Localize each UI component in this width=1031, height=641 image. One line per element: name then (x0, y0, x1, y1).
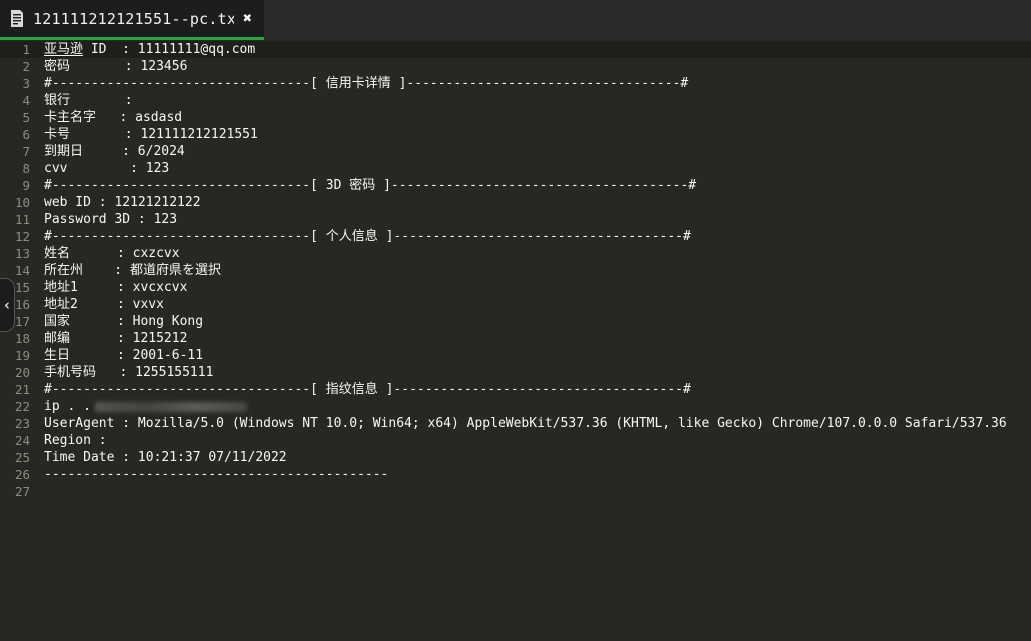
editor-line[interactable]: 23 UserAgent : Mozilla/5.0 (Windows NT 1… (0, 415, 1031, 432)
editor-line[interactable]: 17 国家 : Hong Kong (0, 313, 1031, 330)
line-text: ----------------------------------------… (38, 466, 388, 483)
line-text: Time Date : 10:21:37 07/11/2022 (38, 449, 287, 466)
editor-line[interactable]: 9 #---------------------------------[ 3D… (0, 177, 1031, 194)
tab-open-file[interactable]: 121111212121551--pc.txt ✖ (0, 0, 264, 40)
line-text: #---------------------------------[ 信用卡详… (38, 75, 688, 92)
line-text: 卡主名字 : asdasd (38, 109, 182, 126)
line-text: 密码 : 123456 (38, 58, 187, 75)
line-text: Region : (38, 432, 114, 449)
line-number: 22 (0, 398, 38, 415)
line-number: 7 (0, 143, 38, 160)
editor-line[interactable]: 12 #---------------------------------[ 个… (0, 228, 1031, 245)
editor-line[interactable]: 26 -------------------------------------… (0, 466, 1031, 483)
close-icon[interactable]: ✖ (243, 11, 252, 26)
line-text: web ID : 12121212122 (38, 194, 201, 211)
editor-line[interactable]: 8 cvv : 123 (0, 160, 1031, 177)
document-icon (10, 10, 24, 27)
line-text: 手机号码 : 1255155111 (38, 364, 213, 381)
editor-line[interactable]: 10 web ID : 12121212122 (0, 194, 1031, 211)
line-number: 6 (0, 126, 38, 143)
line-text-rest: ID : 11111111@qq.com (83, 42, 255, 57)
line-number: 8 (0, 160, 38, 177)
line-text: #---------------------------------[ 指纹信息… (38, 381, 691, 398)
text-editor[interactable]: 1 亚马逊 ID : 11111111@qq.com 2 密码 : 123456… (0, 40, 1031, 640)
line-text: 所在州 : 都道府県を選択 (38, 262, 221, 279)
editor-line[interactable]: 13 姓名 : cxzcvx (0, 245, 1031, 262)
editor-line[interactable]: 5 卡主名字 : asdasd (0, 109, 1031, 126)
ip-label: ip . . (44, 399, 91, 414)
line-number: 27 (0, 483, 38, 500)
line-text: 邮编 : 1215212 (38, 330, 187, 347)
underlined-word: 亚马逊 (44, 42, 83, 57)
line-text: 生日 : 2001-6-11 (38, 347, 203, 364)
tab-bar: 121111212121551--pc.txt ✖ (0, 0, 1031, 40)
editor-line[interactable]: 15 地址1 : xvcxcvx (0, 279, 1031, 296)
editor-line[interactable]: 2 密码 : 123456 (0, 58, 1031, 75)
line-number: 14 (0, 262, 38, 279)
editor-line[interactable]: 7 到期日 : 6/2024 (0, 143, 1031, 160)
line-number: 25 (0, 449, 38, 466)
editor-line[interactable]: 6 卡号 : 121111212121551 (0, 126, 1031, 143)
line-text: 银行 : (38, 92, 133, 109)
line-number: 18 (0, 330, 38, 347)
editor-line[interactable]: 1 亚马逊 ID : 11111111@qq.com (0, 41, 1031, 58)
line-text: 地址1 : xvcxcvx (38, 279, 187, 296)
editor-line[interactable]: 11 Password 3D : 123 (0, 211, 1031, 228)
editor-line[interactable]: 24 Region : (0, 432, 1031, 449)
line-number: 19 (0, 347, 38, 364)
editor-line[interactable]: 27 (0, 483, 1031, 500)
editor-line[interactable]: 20 手机号码 : 1255155111 (0, 364, 1031, 381)
line-number: 20 (0, 364, 38, 381)
line-number: 12 (0, 228, 38, 245)
line-number: 10 (0, 194, 38, 211)
line-number: 26 (0, 466, 38, 483)
line-text: cvv : 123 (38, 160, 169, 177)
sidebar-collapse-handle[interactable]: ‹ (0, 278, 15, 332)
line-number: 21 (0, 381, 38, 398)
line-text: #---------------------------------[ 3D 密… (38, 177, 696, 194)
redacted-ip-blur (95, 402, 247, 412)
editor-line[interactable]: 16 地址2 : vxvx (0, 296, 1031, 313)
editor-line[interactable]: 19 生日 : 2001-6-11 (0, 347, 1031, 364)
editor-line[interactable]: 3 #---------------------------------[ 信用… (0, 75, 1031, 92)
line-number: 11 (0, 211, 38, 228)
line-text (38, 483, 44, 500)
line-text: UserAgent : Mozilla/5.0 (Windows NT 10.0… (38, 415, 1007, 432)
line-text: 姓名 : cxzcvx (38, 245, 180, 262)
editor-line-ip[interactable]: 22 ip . . (0, 398, 1031, 415)
editor-line[interactable]: 25 Time Date : 10:21:37 07/11/2022 (0, 449, 1031, 466)
line-text: ip . . (38, 398, 247, 415)
line-text: 到期日 : 6/2024 (38, 143, 185, 160)
line-number: 24 (0, 432, 38, 449)
tab-title: 121111212121551--pc.txt (33, 10, 234, 28)
chevron-left-icon: ‹ (2, 296, 11, 314)
line-number: 13 (0, 245, 38, 262)
line-number: 1 (0, 41, 38, 58)
editor-line[interactable]: 14 所在州 : 都道府県を選択 (0, 262, 1031, 279)
editor-line[interactable]: 18 邮编 : 1215212 (0, 330, 1031, 347)
line-number: 9 (0, 177, 38, 194)
line-number: 2 (0, 58, 38, 75)
line-text: #---------------------------------[ 个人信息… (38, 228, 691, 245)
line-text: 地址2 : vxvx (38, 296, 164, 313)
line-text: 亚马逊 ID : 11111111@qq.com (38, 41, 255, 58)
line-text: 国家 : Hong Kong (38, 313, 203, 330)
editor-line[interactable]: 4 银行 : (0, 92, 1031, 109)
line-text: 卡号 : 121111212121551 (38, 126, 258, 143)
line-text: Password 3D : 123 (38, 211, 177, 228)
line-number: 23 (0, 415, 38, 432)
editor-line[interactable]: 21 #---------------------------------[ 指… (0, 381, 1031, 398)
line-number: 3 (0, 75, 38, 92)
line-number: 4 (0, 92, 38, 109)
line-number: 5 (0, 109, 38, 126)
